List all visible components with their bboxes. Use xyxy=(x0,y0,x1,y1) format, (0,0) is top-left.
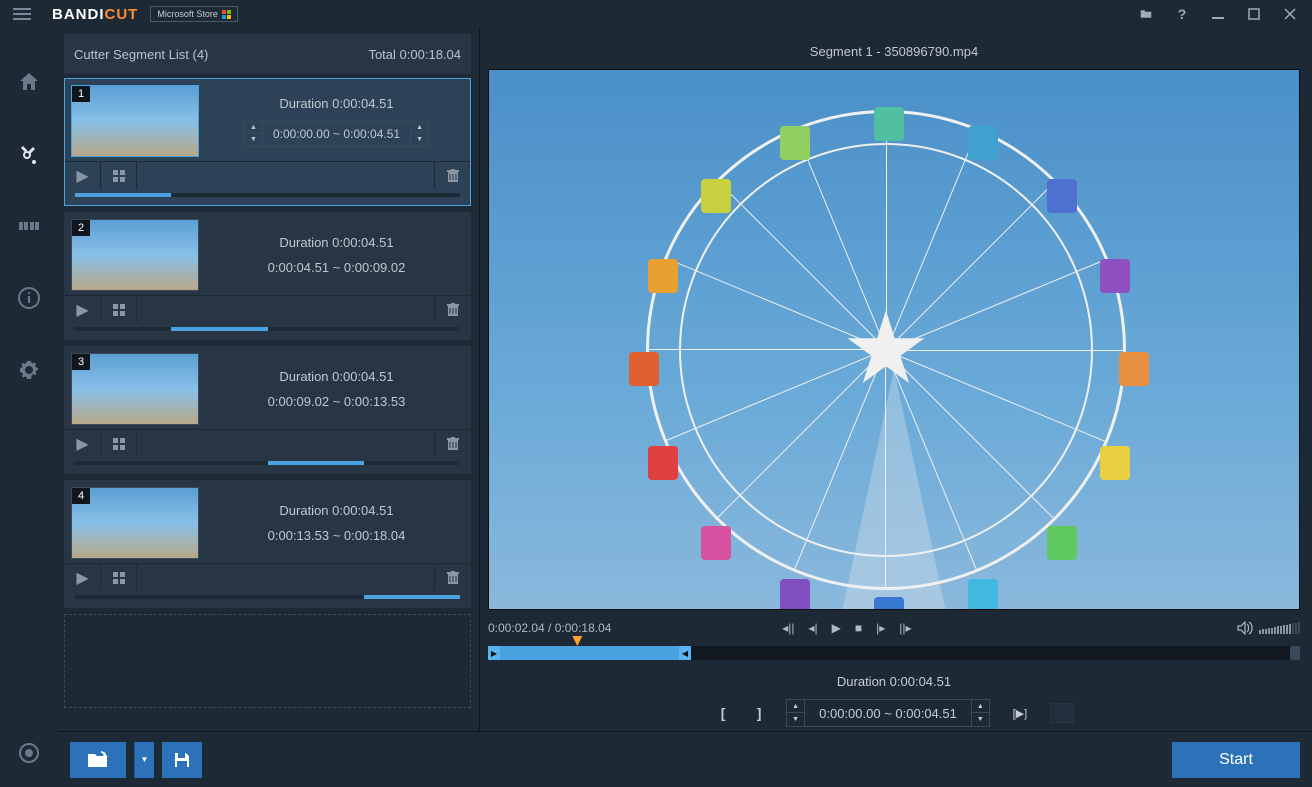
segment-thumbnail[interactable]: 3 xyxy=(71,353,199,425)
open-file-button[interactable] xyxy=(70,742,126,778)
save-button[interactable] xyxy=(162,742,202,778)
segment-grid-button[interactable] xyxy=(101,162,137,189)
play-segment-button[interactable]: [▶] xyxy=(1008,703,1032,723)
microsoft-logo-icon xyxy=(222,10,231,19)
playback-controls: 0:00:02.04 / 0:00:18.04 ◂|| ◂| ▶ ■ |▸ ||… xyxy=(488,610,1300,640)
stop-button[interactable]: ■ xyxy=(855,621,862,635)
segment-grid-button[interactable] xyxy=(101,564,137,591)
playback-time: 0:00:02.04 / 0:00:18.04 xyxy=(488,621,611,635)
segment-thumbnail[interactable]: 1 xyxy=(71,85,199,157)
preview-title: Segment 1 - 350896790.mp4 xyxy=(488,34,1300,69)
nav-rail xyxy=(0,28,58,787)
titlebar: BANDICUT Microsoft Store ? xyxy=(0,0,1312,28)
step-back-button[interactable]: ◂| xyxy=(808,621,817,635)
volume-icon xyxy=(1237,621,1253,635)
nav-settings[interactable] xyxy=(15,356,43,384)
segment-grid-button[interactable] xyxy=(101,430,137,457)
segment-play-button[interactable]: ▶ xyxy=(65,430,101,457)
segment-duration: Duration 0:00:04.51 xyxy=(279,235,393,250)
open-folder-icon[interactable] xyxy=(1128,0,1164,28)
range-time-input[interactable]: ▲▼ 0:00:00.00 ~ 0:00:04.51 ▲▼ xyxy=(786,699,990,727)
segment-item-3[interactable]: 3 Duration 0:00:04.51 0:00:09.02 ~ 0:00:… xyxy=(64,346,471,474)
segment-delete-button[interactable] xyxy=(434,162,470,189)
preview-panel: Segment 1 - 350896790.mp4 0:00:02.04 / 0… xyxy=(480,28,1312,787)
segment-grid-button[interactable] xyxy=(101,296,137,323)
start-button[interactable]: Start xyxy=(1172,742,1300,778)
segment-list-header: Cutter Segment List (4) Total 0:00:18.04 xyxy=(64,34,471,74)
hamburger-menu-icon[interactable] xyxy=(4,0,40,28)
set-start-button[interactable]: [ xyxy=(714,703,732,723)
segment-thumbnail[interactable]: 4 xyxy=(71,487,199,559)
segment-placeholder[interactable] xyxy=(64,614,471,708)
segment-range-text: 0:00:04.51 ~ 0:00:09.02 xyxy=(268,260,406,275)
nav-cut[interactable] xyxy=(15,140,43,168)
maximize-button[interactable] xyxy=(1236,0,1272,28)
close-button[interactable] xyxy=(1272,0,1308,28)
segment-range-input[interactable]: ▲▼ 0:00:00.00 ~ 0:00:04.51 ▲▼ xyxy=(244,121,429,147)
segment-delete-button[interactable] xyxy=(434,564,470,591)
range-start-up[interactable]: ▲ xyxy=(787,700,805,713)
segment-play-button[interactable]: ▶ xyxy=(65,162,101,189)
segment-item-4[interactable]: 4 Duration 0:00:04.51 0:00:13.53 ~ 0:00:… xyxy=(64,480,471,608)
segment-delete-button[interactable] xyxy=(434,296,470,323)
segment-range-text: 0:00:13.53 ~ 0:00:18.04 xyxy=(268,528,406,543)
record-button[interactable] xyxy=(19,743,39,763)
segment-thumbnail[interactable]: 2 xyxy=(71,219,199,291)
timeline[interactable]: ▶ ◀ xyxy=(488,646,1300,660)
microsoft-store-button[interactable]: Microsoft Store xyxy=(150,6,238,22)
segment-duration: Duration 0:00:04.51 xyxy=(279,503,393,518)
segment-list-panel: Cutter Segment List (4) Total 0:00:18.04… xyxy=(58,28,480,787)
segment-duration: Duration 0:00:04.51 xyxy=(279,96,393,111)
segment-delete-button[interactable] xyxy=(434,430,470,457)
segment-range-text: 0:00:09.02 ~ 0:00:13.53 xyxy=(268,394,406,409)
preview-video[interactable] xyxy=(488,69,1300,610)
nav-join[interactable] xyxy=(15,212,43,240)
segment-list-title: Cutter Segment List (4) xyxy=(74,47,208,62)
range-end-handle[interactable]: ◀ xyxy=(679,646,691,660)
range-start-down[interactable]: ▼ xyxy=(787,713,805,726)
range-end-up[interactable]: ▲ xyxy=(971,700,989,713)
range-end-down[interactable]: ▼ xyxy=(971,713,989,726)
end-marker-button[interactable] xyxy=(1050,703,1074,723)
step-forward-button[interactable]: |▸ xyxy=(876,621,885,635)
segment-item-2[interactable]: 2 Duration 0:00:04.51 0:00:04.51 ~ 0:00:… xyxy=(64,212,471,340)
timeline-endcap xyxy=(1290,646,1300,660)
segment-play-button[interactable]: ▶ xyxy=(65,564,101,591)
segment-play-button[interactable]: ▶ xyxy=(65,296,101,323)
open-file-dropdown[interactable]: ▼ xyxy=(134,742,154,778)
nav-info[interactable] xyxy=(15,284,43,312)
set-end-button[interactable]: ] xyxy=(750,703,768,723)
app-logo: BANDICUT xyxy=(52,6,138,23)
bottom-bar: ▼ Start xyxy=(58,731,1312,787)
next-frame-button[interactable]: ||▸ xyxy=(899,621,911,635)
segment-duration-label: Duration 0:00:04.51 xyxy=(837,674,951,689)
prev-frame-button[interactable]: ◂|| xyxy=(782,621,794,635)
play-button[interactable]: ▶ xyxy=(832,621,841,635)
segment-item-1[interactable]: 1 Duration 0:00:04.51 ▲▼ 0:00:00.00 ~ 0:… xyxy=(64,78,471,206)
nav-home[interactable] xyxy=(15,68,43,96)
volume-control[interactable] xyxy=(1237,621,1300,635)
range-start-handle[interactable]: ▶ xyxy=(488,646,500,660)
minimize-button[interactable] xyxy=(1200,0,1236,28)
playhead[interactable] xyxy=(572,636,582,646)
help-button[interactable]: ? xyxy=(1164,0,1200,28)
segment-duration: Duration 0:00:04.51 xyxy=(279,369,393,384)
